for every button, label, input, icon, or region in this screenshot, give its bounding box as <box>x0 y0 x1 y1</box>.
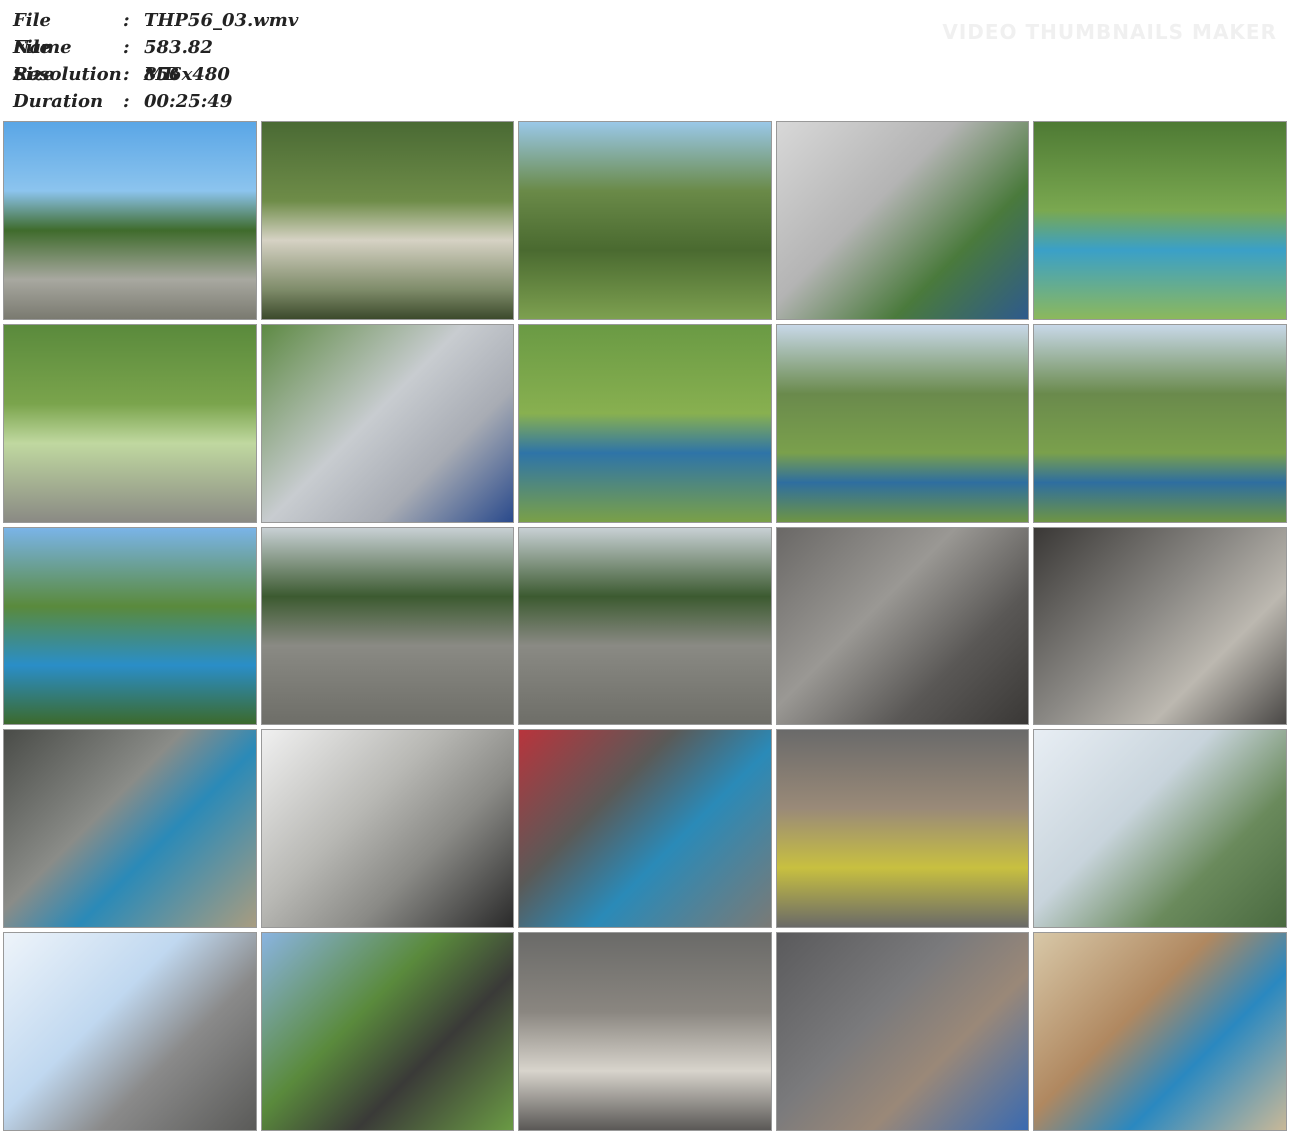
thumbnail-frame[interactable] <box>1033 932 1287 1131</box>
resolution-label: Resolution <box>13 64 122 85</box>
thumbnail-frame[interactable] <box>3 121 257 320</box>
duration-colon: : <box>123 91 130 112</box>
thumbnail-frame[interactable] <box>3 932 257 1131</box>
thumbnail-frame[interactable] <box>3 526 257 726</box>
thumbnail-frame[interactable] <box>260 526 515 726</box>
thumbnail-frame[interactable] <box>3 729 257 929</box>
thumbnail-frame[interactable] <box>260 323 515 523</box>
duration-label: Duration <box>13 91 104 112</box>
thumbnail-frame[interactable] <box>775 526 1030 726</box>
file-name-value: THP56_03.wmv <box>144 10 299 31</box>
thumbnail-grid <box>3 121 1287 1131</box>
file-size-colon: : <box>123 37 130 58</box>
thumbnail-frame[interactable] <box>775 729 1030 929</box>
thumbnail-frame[interactable] <box>260 729 515 929</box>
thumbnail-frame[interactable] <box>518 323 772 523</box>
resolution-colon: : <box>123 64 130 85</box>
thumbnail-frame[interactable] <box>1033 729 1287 929</box>
resolution-value: 856x480 <box>144 64 230 85</box>
thumbnail-frame[interactable] <box>518 729 772 929</box>
thumbnail-frame[interactable] <box>1033 323 1287 523</box>
thumbnail-frame[interactable] <box>260 932 515 1131</box>
watermark-logo: VIDEO THUMBNAILS MAKER <box>942 20 1277 44</box>
thumbnail-frame[interactable] <box>775 121 1030 320</box>
thumbnail-frame[interactable] <box>518 526 772 726</box>
file-name-colon: : <box>123 10 130 31</box>
thumbnail-frame[interactable] <box>775 323 1030 523</box>
thumbnail-frame[interactable] <box>775 932 1030 1131</box>
thumbnail-frame[interactable] <box>518 932 772 1131</box>
thumbnail-frame[interactable] <box>3 323 257 523</box>
thumbnail-frame[interactable] <box>1033 121 1287 320</box>
duration-value: 00:25:49 <box>144 91 233 112</box>
thumbnail-frame[interactable] <box>518 121 772 320</box>
thumbnail-frame[interactable] <box>1033 526 1287 726</box>
thumbnail-frame[interactable] <box>260 121 515 320</box>
